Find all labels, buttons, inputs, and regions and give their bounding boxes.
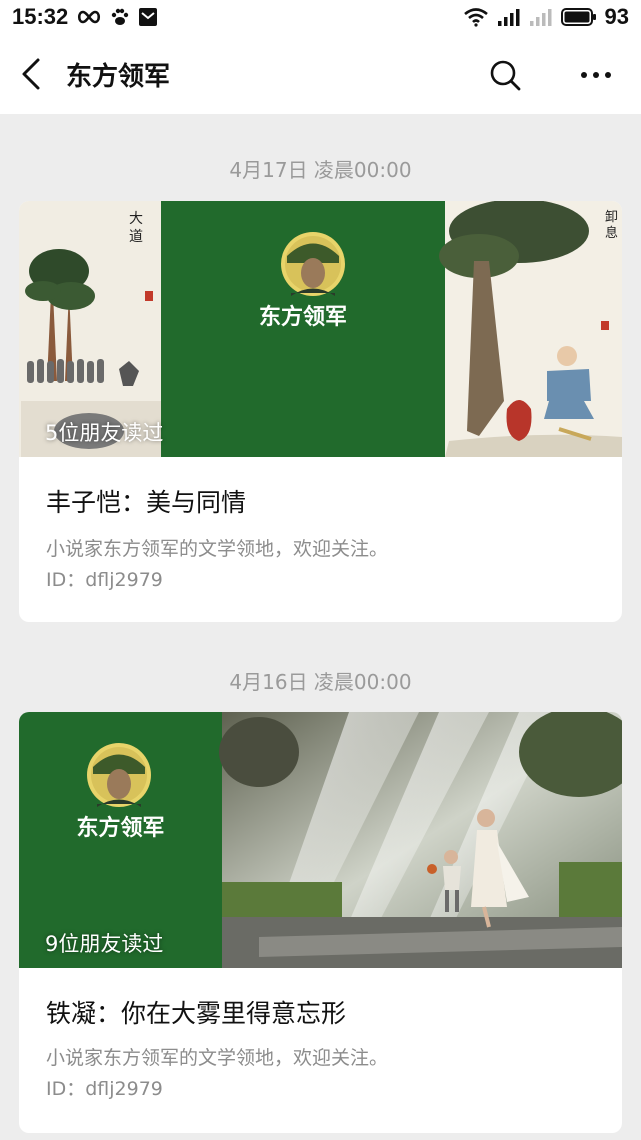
mail-icon: [139, 8, 158, 26]
wifi-icon: [463, 8, 488, 27]
search-icon: [490, 60, 521, 91]
article-description: 小说家东方领军的文学领地，欢迎关注。: [46, 538, 389, 560]
more-dots-icon: [581, 72, 611, 78]
svg-text:息: 息: [605, 225, 618, 241]
account-logo-text: 东方领军: [258, 304, 347, 330]
account-id: ID：dflj2979: [46, 1078, 163, 1100]
article-cover[interactable]: 东方领军 9位朋友读过: [19, 712, 622, 968]
battery-level: 93: [604, 4, 629, 29]
account-logo-text: 东方领军: [76, 815, 165, 841]
signal-icon: [497, 9, 520, 26]
svg-text:道: 道: [129, 229, 143, 245]
article-description: 小说家东方领军的文学领地，欢迎关注。: [46, 1047, 389, 1069]
search-button[interactable]: [488, 58, 522, 92]
article-title[interactable]: 丰子恺：美与同情: [46, 483, 246, 519]
more-button[interactable]: [574, 58, 618, 92]
article-card[interactable]: 东方领军 9位朋友读过 铁凝：你在大雾里得意忘形 小说家东方领军的文学领地，欢迎…: [19, 712, 622, 1133]
status-left: 15:32: [12, 4, 158, 30]
article-title[interactable]: 铁凝：你在大雾里得意忘形: [46, 994, 346, 1030]
friends-read-badge: 9位朋友读过: [45, 932, 164, 956]
status-time: 15:32: [12, 4, 69, 29]
post-timestamp: 4月16日 凌晨00:00: [229, 670, 412, 694]
status-right: 93: [463, 4, 629, 30]
battery-icon: [560, 8, 596, 26]
status-bar: 15:32 93: [0, 0, 641, 36]
friends-read-badge: 5位朋友读过: [45, 421, 164, 445]
paw-icon: [112, 8, 129, 25]
article-card[interactable]: 大 道 卸 息 东方领军 5位朋友读过 丰子恺：美与同情 小说家东方领军的文学领…: [19, 201, 622, 622]
chevron-left-icon: [22, 58, 40, 90]
post-timestamp: 4月17日 凌晨00:00: [229, 158, 412, 182]
page-title: 东方领军: [66, 62, 171, 92]
nav-bar: 东方领军: [0, 36, 641, 114]
article-cover[interactable]: 大 道 卸 息 东方领军 5位朋友读过: [19, 201, 622, 457]
back-button[interactable]: [14, 56, 50, 92]
signal-weak-icon: [529, 9, 552, 26]
svg-text:卸: 卸: [605, 209, 618, 225]
account-id: ID：dflj2979: [46, 569, 163, 591]
svg-text:大: 大: [129, 211, 143, 227]
infinity-icon: [78, 10, 101, 24]
